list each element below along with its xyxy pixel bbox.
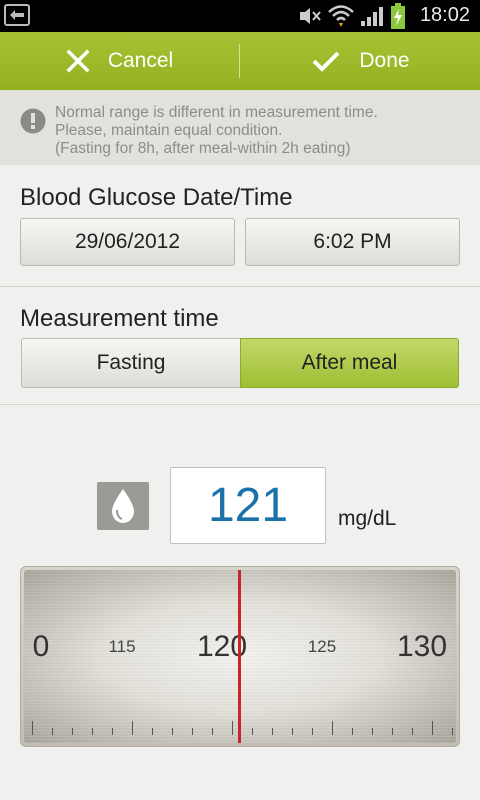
done-label: Done [359, 49, 410, 72]
info-icon [20, 108, 46, 134]
ruler-label: 125 [307, 637, 337, 656]
info-line-3: (Fasting for 8h, after meal-within 2h ea… [55, 140, 351, 157]
ruler-label: 130 [396, 630, 448, 663]
info-line-2: Please, maintain equal condition. [55, 122, 283, 139]
glucose-value-field[interactable]: 121 [170, 467, 326, 544]
blood-drop-icon [97, 482, 149, 530]
done-button[interactable]: Done [241, 32, 480, 90]
separator [0, 404, 480, 405]
ruler-tick [52, 728, 53, 735]
ruler-tick [112, 728, 113, 735]
ruler-tick [352, 728, 353, 735]
ruler-tick [32, 721, 33, 735]
ruler-label: 115 [108, 637, 136, 656]
battery-charging-icon [391, 3, 405, 29]
wifi-icon [328, 5, 354, 27]
ruler-tick [132, 721, 133, 735]
after-meal-option[interactable]: After meal [240, 338, 459, 388]
ruler-tick [332, 721, 333, 735]
ruler-tick [392, 728, 393, 735]
info-line-1: Normal range is different in measurement… [55, 104, 378, 121]
datetime-title: Blood Glucose Date/Time [20, 184, 293, 211]
status-bar: 18:02 [0, 0, 480, 32]
mute-icon [300, 8, 321, 24]
back-icon[interactable] [4, 4, 30, 26]
unit-label: mg/dL [338, 507, 397, 530]
cancel-button[interactable]: Cancel [0, 32, 239, 90]
status-time: 18:02 [419, 4, 470, 26]
ruler-tick [252, 728, 253, 735]
ruler-tick [432, 721, 433, 735]
info-banner: Normal range is different in measurement… [0, 90, 480, 165]
ruler-tick [92, 728, 93, 735]
ruler-tick [452, 728, 453, 735]
cancel-label: Cancel [107, 49, 174, 72]
action-bar: Cancel Done [0, 32, 480, 90]
info-text: Normal range is different in measurement… [55, 104, 470, 158]
ruler-tick [152, 728, 153, 735]
measurement-title: Measurement time [20, 305, 219, 332]
ruler-tick [412, 728, 413, 735]
time-button[interactable]: 6:02 PM [245, 218, 460, 266]
checkmark-icon [312, 51, 340, 72]
separator [0, 286, 480, 287]
ruler-tick [312, 728, 313, 735]
ruler-label: 0 [32, 630, 50, 663]
close-icon [66, 49, 90, 73]
ruler-indicator [238, 570, 241, 743]
ruler-tick [72, 728, 73, 735]
ruler-tick [172, 728, 173, 735]
ruler-tick [272, 728, 273, 735]
signal-icon [361, 7, 383, 26]
date-button[interactable]: 29/06/2012 [20, 218, 235, 266]
ruler-tick [192, 728, 193, 735]
value-ruler[interactable]: 0 115 120 125 130 [24, 570, 456, 743]
ruler-tick [212, 728, 213, 735]
fasting-option[interactable]: Fasting [21, 338, 240, 388]
ruler-tick [372, 728, 373, 735]
action-divider [239, 44, 240, 78]
ruler-tick [292, 728, 293, 735]
ruler-tick [232, 721, 233, 735]
